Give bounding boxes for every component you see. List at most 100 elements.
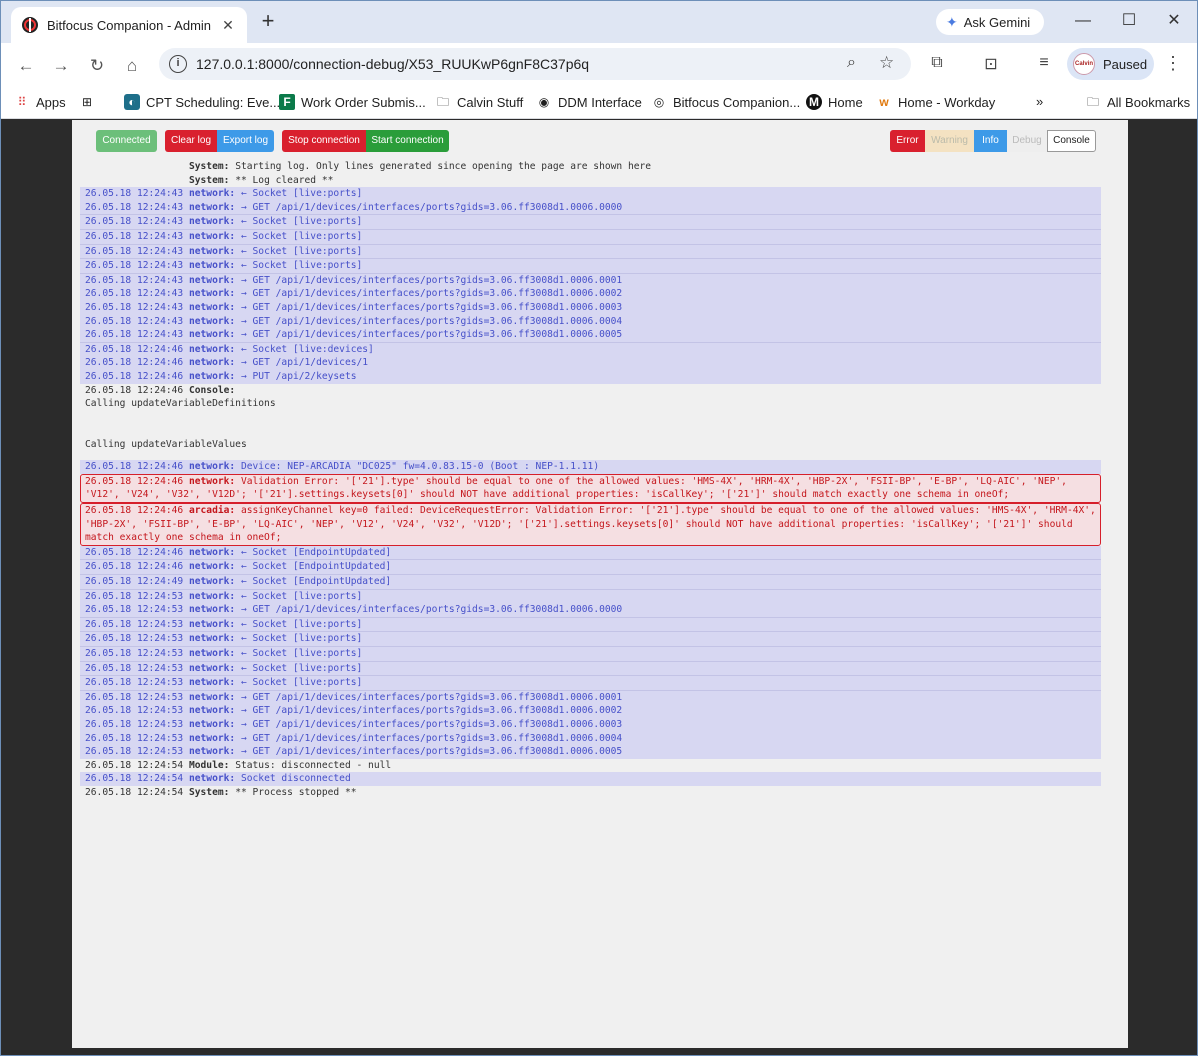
- gemini-sparkle-icon: ✦: [946, 13, 958, 30]
- cpt-headset-icon: ◐: [124, 94, 140, 110]
- close-window-icon[interactable]: ✕: [1159, 9, 1189, 33]
- log-timestamp: 26.05.18 12:24:49: [85, 576, 184, 588]
- log-line: System: Starting log. Only lines generat…: [80, 160, 1101, 174]
- extensions-icon[interactable]: ⧉: [926, 54, 948, 72]
- log-message: ← Socket [live:ports]: [240, 633, 363, 645]
- tab-strip: Bitfocus Companion - Admin ✕ + ✦ Ask Gem…: [1, 1, 1197, 43]
- bookmark-home[interactable]: M Home: [806, 94, 863, 110]
- ask-gemini-button[interactable]: ✦ Ask Gemini: [936, 9, 1044, 35]
- log-line: 26.05.18 12:24:53 network: ← Socket [liv…: [80, 616, 1101, 632]
- filter-error-toggle[interactable]: Error: [890, 130, 925, 152]
- bookmark-apps[interactable]: ⠿ Apps: [14, 94, 66, 110]
- bookmark-workday[interactable]: w Home - Workday: [876, 94, 995, 110]
- bookmark-work-order[interactable]: F Work Order Submis...: [279, 94, 426, 110]
- maximize-icon[interactable]: ☐: [1114, 9, 1144, 33]
- log-source: network:: [188, 357, 236, 369]
- site-info-icon[interactable]: i: [169, 55, 187, 73]
- log-message: ← Socket [live:ports]: [240, 662, 363, 674]
- log-source: network:: [188, 329, 236, 341]
- reload-icon[interactable]: ↻: [84, 53, 110, 79]
- log-message: ← Socket [live:ports]: [240, 230, 363, 242]
- start-connection-button[interactable]: Start connection: [366, 130, 449, 152]
- bookmark-calvin-stuff[interactable]: 🗀 Calvin Stuff: [435, 94, 523, 110]
- profile-avatar: Calvin: [1073, 53, 1095, 75]
- tab-companion-admin[interactable]: Bitfocus Companion - Admin ✕: [11, 7, 247, 43]
- new-tab-icon[interactable]: +: [255, 9, 281, 35]
- log-timestamp: 26.05.18 12:24:43: [85, 201, 184, 213]
- log-message: ← Socket [live:ports]: [240, 648, 363, 659]
- bookmark-ddm-interface[interactable]: ◉ DDM Interface: [536, 94, 642, 110]
- profile-status: Paused: [1103, 56, 1148, 72]
- log-source: network:: [188, 216, 236, 228]
- filter-info-toggle[interactable]: Info: [974, 130, 1007, 152]
- bookmarks-overflow-icon[interactable]: »: [1036, 94, 1043, 109]
- log-message: Starting log. Only lines generated since…: [235, 161, 652, 172]
- log-source: network:: [188, 546, 236, 558]
- log-message: ** Process stopped **: [235, 786, 357, 798]
- forward-arrow-icon[interactable]: →: [48, 53, 74, 79]
- log-line: 26.05.18 12:24:53 network: → GET /api/1/…: [80, 745, 1101, 759]
- log-timestamp: 26.05.18 12:24:53: [85, 677, 184, 689]
- export-log-button[interactable]: Export log: [217, 130, 274, 152]
- connected-status-button[interactable]: Connected: [96, 130, 157, 152]
- log-message: ← Socket [EndpointUpdated]: [240, 546, 392, 558]
- minimize-icon[interactable]: —: [1068, 9, 1098, 33]
- log-message: → GET /api/1/devices/interfaces/ports?gi…: [240, 705, 623, 717]
- log-message: ← Socket [live:ports]: [240, 245, 363, 257]
- forms-icon: F: [279, 94, 295, 110]
- log-source: network:: [188, 633, 236, 645]
- log-timestamp: 26.05.18 12:24:43: [85, 288, 184, 300]
- log-source: network:: [188, 604, 236, 616]
- log-source: network:: [188, 201, 236, 213]
- companion-favicon-icon: ◎: [653, 95, 665, 109]
- filter-warning-toggle[interactable]: Warning: [925, 130, 974, 152]
- profile-button[interactable]: Calvin Paused: [1067, 48, 1154, 80]
- log-message: Socket disconnected: [240, 773, 351, 785]
- companion-favicon-icon: [22, 17, 38, 33]
- log-source: network:: [188, 288, 236, 300]
- browser-window: Bitfocus Companion - Admin ✕ + ✦ Ask Gem…: [0, 0, 1198, 1056]
- log-timestamp: 26.05.18 12:24:46: [85, 343, 184, 355]
- log-timestamp: 26.05.18 12:24:43: [85, 315, 184, 327]
- log-line-error: 26.05.18 12:24:46 arcadia: assignKeyChan…: [80, 503, 1101, 546]
- stop-connection-button[interactable]: Stop connection: [282, 130, 366, 152]
- log-timestamp: 26.05.18 12:24:43: [85, 188, 184, 200]
- zoom-icon[interactable]: ⌕: [847, 54, 856, 72]
- tab-close-icon[interactable]: ✕: [219, 17, 237, 34]
- bookmark-bitfocus[interactable]: ◎ Bitfocus Companion...: [651, 94, 800, 110]
- log-message: ← Socket [live:ports]: [240, 677, 363, 689]
- menu-kebab-icon[interactable]: ⋮: [1163, 53, 1183, 74]
- log-message: ← Socket [EndpointUpdated]: [240, 576, 392, 588]
- folder-icon: 🗀: [436, 95, 449, 109]
- tab-search-icon[interactable]: ⊡: [980, 54, 1002, 74]
- log-message: ← Socket [live:ports]: [240, 590, 363, 602]
- address-bar[interactable]: i 127.0.0.1:8000/connection-debug/X53_RU…: [159, 48, 911, 80]
- log-source: network:: [188, 691, 236, 703]
- back-arrow-icon[interactable]: ←: [13, 53, 39, 79]
- log-source: network:: [188, 705, 236, 717]
- bookmark-all[interactable]: 🗀 All Bookmarks: [1085, 94, 1190, 110]
- bookmark-star-icon[interactable]: ☆: [879, 53, 894, 73]
- log-line: 26.05.18 12:24:53 network: → GET /api/1/…: [80, 717, 1101, 732]
- log-timestamp: 26.05.18 12:24:46: [85, 384, 184, 396]
- url-text[interactable]: 127.0.0.1:8000/connection-debug/X53_RUUK…: [196, 56, 589, 72]
- browser-toolbar: ← → ↻ ⌂ i 127.0.0.1:8000/connection-debu…: [1, 43, 1197, 87]
- log-line: 26.05.18 12:24:43 network: ← Socket [liv…: [80, 214, 1101, 229]
- log-source: Module:: [188, 759, 230, 771]
- bookmark-cpt-scheduling[interactable]: ◐ CPT Scheduling: Eve...: [124, 94, 280, 110]
- home-icon[interactable]: ⌂: [119, 53, 145, 79]
- media-control-icon[interactable]: ≡: [1033, 54, 1055, 72]
- log-line: 26.05.18 12:24:53 network: → GET /api/1/…: [80, 731, 1101, 746]
- workday-icon: w: [879, 95, 889, 109]
- bookmark-grid[interactable]: ⊞: [79, 94, 101, 110]
- filter-debug-toggle[interactable]: Debug: [1007, 130, 1047, 152]
- log-timestamp: 26.05.18 12:24:46: [85, 475, 184, 487]
- filter-console-toggle[interactable]: Console: [1047, 130, 1096, 152]
- log-line: System: ** Log cleared **: [80, 174, 1101, 188]
- apps-grid-icon: ⠿: [17, 95, 27, 109]
- log-message: → GET /api/1/devices/interfaces/ports?gi…: [240, 691, 623, 703]
- log-source: network:: [188, 590, 236, 602]
- clear-log-button[interactable]: Clear log: [165, 130, 217, 152]
- log-source: network:: [188, 260, 236, 272]
- log-line: 26.05.18 12:24:46 Console:: [80, 384, 1101, 398]
